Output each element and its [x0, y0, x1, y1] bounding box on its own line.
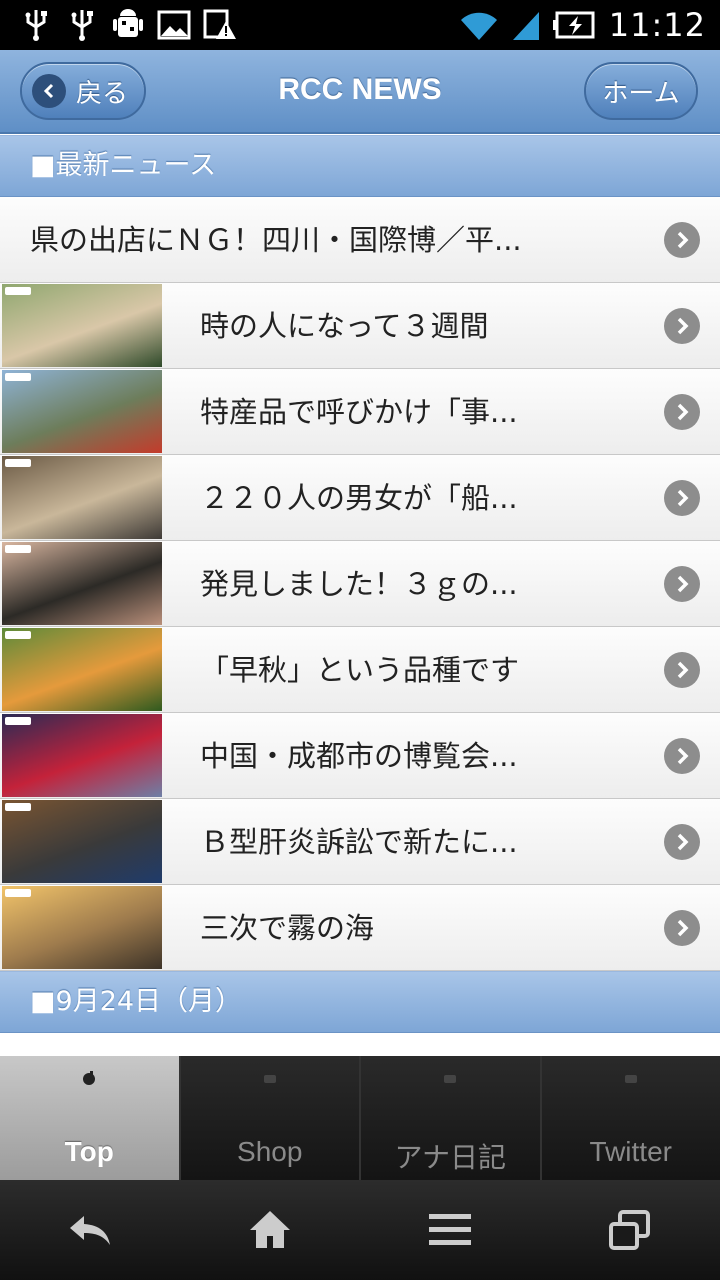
- recent-apps-icon: [609, 1210, 650, 1250]
- tab-label: Top: [64, 1136, 114, 1167]
- back-icon: [70, 1216, 110, 1245]
- home-button-label: ホーム: [602, 78, 680, 109]
- image-icon: [157, 10, 191, 40]
- tab-bird[interactable]: Twitter: [541, 1056, 720, 1180]
- news-thumbnail-image: [2, 370, 162, 453]
- news-title: ２２０人の男女が「船...: [200, 481, 518, 515]
- tab-shop[interactable]: Shop: [180, 1056, 361, 1180]
- news-list: 県の出店にＮＧ！四川・国際博／平... 時の人になって３週間 特産品で呼びかけ「事.…: [0, 197, 720, 971]
- tab-microphone[interactable]: アナ日記: [361, 1056, 542, 1180]
- menu-icon: [429, 1214, 471, 1245]
- news-title: 特産品で呼びかけ「事...: [200, 395, 518, 429]
- news-list-item[interactable]: ２２０人の男女が「船...: [0, 455, 720, 541]
- news-thumbnail-image: [2, 284, 162, 367]
- battery-charging-icon: [552, 11, 595, 39]
- rcc-logo-mark: [5, 803, 31, 811]
- chevron-right-icon: [664, 566, 700, 602]
- news-list-item[interactable]: 県の出店にＮＧ！四川・国際博／平...: [0, 197, 720, 283]
- home-icon: [250, 1211, 290, 1248]
- chevron-right-icon: [664, 222, 700, 258]
- rcc-logo-mark: [5, 373, 31, 381]
- news-list-item[interactable]: 「早秋」という品種です: [0, 627, 720, 713]
- nav-menu-button[interactable]: [360, 1180, 540, 1280]
- news-thumbnail-image: [2, 886, 162, 969]
- usb-icon: [25, 10, 47, 41]
- section-header-date: ■9月24日（月）: [0, 971, 720, 1033]
- usb-icon: [71, 10, 93, 41]
- rcc-logo-mark: [5, 717, 31, 725]
- news-list-item[interactable]: 三次で霧の海: [0, 885, 720, 971]
- news-title: 「早秋」という品種です: [200, 653, 520, 687]
- microphone-icon: [442, 1070, 458, 1084]
- tab-label: アナ日記: [394, 1142, 506, 1173]
- signal-icon: [512, 12, 539, 40]
- tab-label: Shop: [237, 1136, 303, 1167]
- news-thumbnail-image: [2, 714, 162, 797]
- app-tab-bar: Top Shop アナ日記 Twitter: [0, 1056, 720, 1180]
- news-thumbnail-image: [2, 800, 162, 883]
- news-list-item[interactable]: 発見しました！３ｇの...: [0, 541, 720, 627]
- news-title: 三次で霧の海: [200, 911, 375, 945]
- news-thumbnail-image: [2, 628, 162, 711]
- rcc-logo-mark: [5, 631, 31, 639]
- chevron-right-icon: [664, 738, 700, 774]
- news-list-item[interactable]: 中国・成都市の博覧会...: [0, 713, 720, 799]
- status-bar: 11:12: [0, 0, 720, 50]
- android-debug-icon: [113, 9, 143, 37]
- bird-icon: [623, 1070, 639, 1084]
- nav-back-button[interactable]: [0, 1180, 180, 1280]
- news-list-item[interactable]: Ｂ型肝炎訴訟で新たに...: [0, 799, 720, 885]
- system-indicators: 11:12: [459, 0, 706, 50]
- apple-icon: [81, 1070, 97, 1085]
- nav-home-button[interactable]: [180, 1180, 360, 1280]
- rcc-logo-mark: [5, 889, 31, 897]
- tab-apple[interactable]: Top: [0, 1056, 181, 1180]
- rcc-logo-mark: [5, 459, 31, 467]
- notification-icons: [18, 4, 238, 46]
- news-title: Ｂ型肝炎訴訟で新たに...: [200, 825, 518, 859]
- news-list-item[interactable]: 特産品で呼びかけ「事...: [0, 369, 720, 455]
- chevron-right-icon: [664, 308, 700, 344]
- tab-label: Twitter: [589, 1136, 672, 1167]
- status-clock: 11:12: [608, 6, 706, 44]
- shop-icon: [262, 1070, 278, 1084]
- chevron-right-icon: [664, 652, 700, 688]
- wifi-icon: [460, 12, 497, 41]
- section-header-latest-news: ■最新ニュース: [0, 135, 720, 197]
- nav-recent-apps-button[interactable]: [540, 1180, 720, 1280]
- system-navigation-bar: [0, 1180, 720, 1280]
- warning-icon: [203, 9, 236, 39]
- news-list-item[interactable]: 時の人になって３週間: [0, 283, 720, 369]
- chevron-right-icon: [664, 480, 700, 516]
- news-thumbnail-image: [2, 456, 162, 539]
- rcc-logo-mark: [5, 545, 31, 553]
- news-title: 時の人になって３週間: [200, 309, 489, 343]
- chevron-right-icon: [664, 394, 700, 430]
- news-title: 発見しました！３ｇの...: [200, 567, 518, 601]
- home-button[interactable]: ホーム: [584, 62, 698, 120]
- chevron-right-icon: [664, 910, 700, 946]
- news-thumbnail-image: [2, 542, 162, 625]
- rcc-logo-mark: [5, 287, 31, 295]
- app-header: 戻る RCC NEWS ホーム: [0, 50, 720, 134]
- news-title: 県の出店にＮＧ！四川・国際博／平...: [30, 223, 522, 257]
- chevron-right-icon: [664, 824, 700, 860]
- news-title: 中国・成都市の博覧会...: [200, 739, 518, 773]
